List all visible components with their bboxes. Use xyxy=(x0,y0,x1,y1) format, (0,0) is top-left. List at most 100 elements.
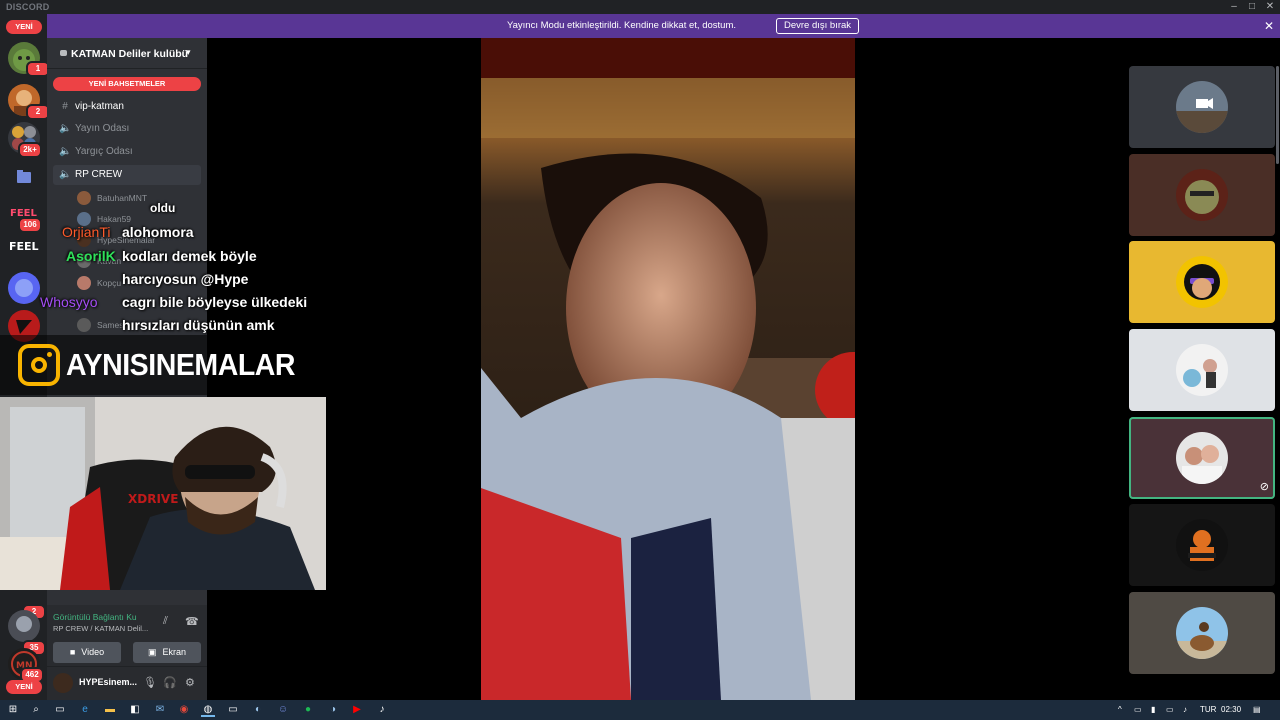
chrome-icon[interactable]: ◉ xyxy=(177,703,191,717)
participant-tile-speaking[interactable]: ⊘ xyxy=(1129,417,1275,499)
screen-share-icon: ▣ xyxy=(147,647,157,657)
voice-status: Görüntülü Bağlantı Ku xyxy=(53,612,137,622)
server-header[interactable]: KATMAN Deliler kulübü ▾ xyxy=(47,38,207,69)
windows-taskbar: ⊞ ⌕ ▭ e ▬ ◧ ✉ ◉ ◍ ▭ ◐ ☺ ● ◑ ▶ ♪ ^ ▭ ▮ ▭ … xyxy=(0,700,1280,720)
edge-browser-icon[interactable]: e xyxy=(78,703,92,717)
deafened-icon: ⊘ xyxy=(1259,481,1269,493)
channel-vip-katman[interactable]: # vip-katman xyxy=(53,97,201,117)
participants-scrollbar[interactable] xyxy=(1276,66,1279,164)
search-icon[interactable]: ⌕ xyxy=(29,703,43,717)
streamer-mode-banner: Yayıncı Modu etkinleştirildi. Kendine di… xyxy=(47,14,1280,38)
channel-label: RP CREW xyxy=(75,169,123,180)
chat-message-text: harcıyosun @Hype xyxy=(122,271,249,287)
participant-tile[interactable] xyxy=(1129,241,1275,323)
youtube-icon[interactable]: ▶ xyxy=(350,703,364,717)
new-unreads-bottom-pill[interactable]: YENİ xyxy=(6,680,42,694)
steam-icon[interactable]: ◐ xyxy=(251,703,265,717)
chat-message-text: oldu xyxy=(150,201,176,215)
chat-username: AsorilK xyxy=(66,248,116,264)
noise-suppression-icon[interactable]: ⫽ xyxy=(163,615,168,628)
steam-icon-2[interactable]: ◑ xyxy=(326,703,340,717)
participant-tile[interactable] xyxy=(1129,66,1275,148)
channel-yargic-odasi[interactable]: 🔈 Yargıç Odası xyxy=(53,142,201,162)
language-indicator[interactable]: TUR xyxy=(1200,705,1216,714)
folder-icon[interactable] xyxy=(8,162,40,194)
task-view-icon[interactable]: ▭ xyxy=(53,703,67,717)
chat-message-text: alohomora xyxy=(122,224,194,240)
user-avatar[interactable] xyxy=(53,673,73,693)
close-banner-icon[interactable]: ✕ xyxy=(1264,19,1274,33)
volume-icon[interactable]: ♪ xyxy=(1183,705,1187,714)
instagram-handle: AYNISINEMALAR xyxy=(66,347,296,382)
close-window-button[interactable]: ✕ xyxy=(1262,0,1278,14)
disconnect-icon[interactable]: ☎ xyxy=(185,615,199,628)
participant-avatar xyxy=(1176,432,1228,484)
participant-tile[interactable] xyxy=(1129,592,1275,674)
banner-message: Yayıncı Modu etkinleştirildi. Kendine di… xyxy=(507,20,736,31)
screen-button-label: Ekran xyxy=(162,647,187,657)
chat-message-text: cagrı bile böyleyse ülkedeki xyxy=(122,294,308,310)
chat-message-text: hırsızları düşünün amk xyxy=(122,317,275,333)
minimize-button[interactable]: – xyxy=(1226,0,1242,14)
video-button[interactable]: ■ Video xyxy=(53,642,121,663)
speaker-icon: 🔈 xyxy=(59,146,72,157)
voice-channel-path[interactable]: RP CREW / KATMAN Delil... xyxy=(53,624,148,633)
streamer-eye-icon xyxy=(60,50,67,56)
audio-app-icon[interactable]: ♪ xyxy=(375,703,389,717)
headphones-icon[interactable]: 🎧 xyxy=(163,676,177,689)
video-button-label: Video xyxy=(81,647,105,657)
disable-streamer-mode-button[interactable]: Devre dışı bırak xyxy=(776,18,860,34)
chat-username: OrjianTi xyxy=(62,224,111,240)
store-icon[interactable]: ◧ xyxy=(128,703,142,717)
voice-connection-panel: Görüntülü Bağlantı Ku RP CREW / KATMAN D… xyxy=(47,605,207,667)
mail-icon[interactable]: ✉ xyxy=(153,703,167,717)
microphone-icon[interactable]: 🎙 xyxy=(143,676,157,689)
windows-start-icon[interactable]: ⊞ xyxy=(6,703,20,717)
clock[interactable]: 02:30 xyxy=(1221,705,1241,714)
participant-avatar xyxy=(1176,344,1228,396)
discord-icon[interactable]: ☺ xyxy=(276,703,290,717)
participant-avatar xyxy=(1176,607,1228,659)
instagram-handle-overlay: AYNISINEMALAR xyxy=(0,335,325,395)
streamer-webcam: XDRIVE xyxy=(0,397,326,590)
tray-app-icon[interactable]: ▭ xyxy=(1134,705,1142,714)
participant-avatar xyxy=(1176,256,1228,308)
screen-share-button[interactable]: ▣ Ekran xyxy=(133,642,201,663)
channel-label: Yargıç Odası xyxy=(75,146,133,157)
user-panel: HYPEsinem... 🎙 🎧 ⚙ xyxy=(47,667,207,700)
chat-username: Whosyyo xyxy=(40,294,98,310)
participant-tile[interactable] xyxy=(1129,329,1275,411)
speaker-icon: 🔈 xyxy=(59,123,72,134)
new-unreads-top-pill[interactable]: YENİ xyxy=(6,20,42,34)
window-titlebar: DISCORD – □ ✕ xyxy=(0,0,1280,14)
channel-label: Yayın Odası xyxy=(75,123,130,134)
svg-text:XDRIVE: XDRIVE xyxy=(128,492,178,506)
participant-tile[interactable] xyxy=(1129,154,1275,236)
notifications-icon[interactable]: ▤ xyxy=(1253,705,1261,714)
participant-avatar xyxy=(1176,81,1228,133)
app-name: DISCORD xyxy=(6,2,50,12)
app-icon[interactable]: ▭ xyxy=(226,703,240,717)
channel-label: vip-katman xyxy=(75,101,124,112)
network-icon[interactable]: ▭ xyxy=(1166,705,1174,714)
participant-tile[interactable] xyxy=(1129,504,1275,586)
tray-chevron-up-icon[interactable]: ^ xyxy=(1118,705,1122,714)
stream-chat-overlay: oldu OrjianTi alohomora AsorilK kodları … xyxy=(0,198,330,338)
new-mentions-pill[interactable]: YENİ BAHSETMELER xyxy=(53,77,201,91)
focused-video-feed[interactable] xyxy=(481,38,855,700)
spotify-icon[interactable]: ● xyxy=(301,703,315,717)
chat-message-text: kodları demek böyle xyxy=(122,248,257,264)
chevron-down-icon: ▾ xyxy=(186,47,191,57)
camera-icon: ■ xyxy=(69,647,76,657)
file-explorer-icon[interactable]: ▬ xyxy=(103,703,117,717)
server-name: KATMAN Deliler kulübü xyxy=(71,48,189,60)
speaker-icon: 🔈 xyxy=(59,169,72,180)
obs-icon[interactable]: ◍ xyxy=(201,703,215,717)
server-icon-group[interactable] xyxy=(8,610,40,642)
channel-rp-crew[interactable]: 🔈 RP CREW xyxy=(53,165,201,185)
usb-icon[interactable]: ▮ xyxy=(1151,705,1155,714)
participant-avatar xyxy=(1176,169,1228,221)
channel-yayin-odasi[interactable]: 🔈 Yayın Odası xyxy=(53,119,201,139)
settings-gear-icon[interactable]: ⚙ xyxy=(185,676,195,689)
maximize-button[interactable]: □ xyxy=(1244,0,1260,14)
